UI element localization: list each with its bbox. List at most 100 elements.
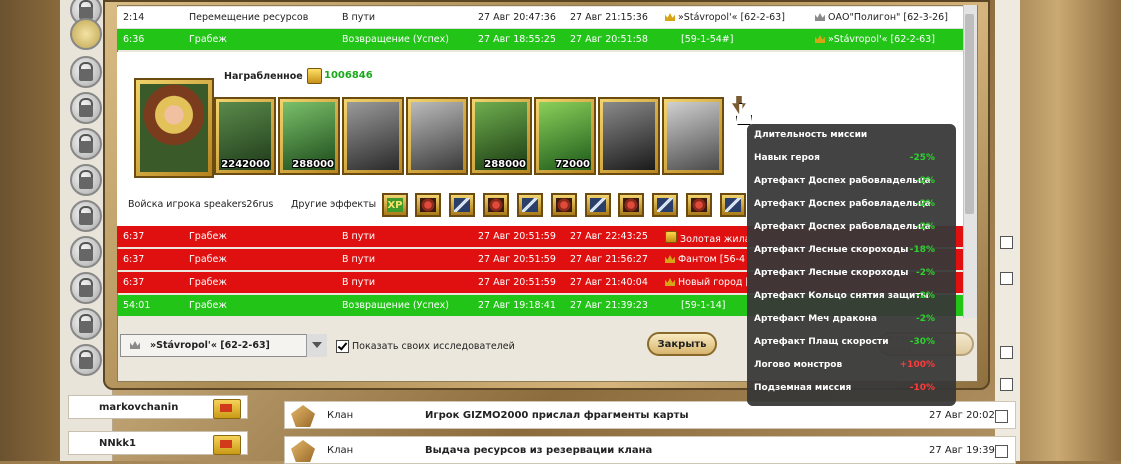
message-checkbox[interactable] [995,445,1008,458]
mission-status: Возвращение (Успех) [342,34,449,45]
unit-slot[interactable]: 288000 [278,97,340,175]
lock-icon[interactable] [70,92,102,124]
mission-status: В пути [342,254,376,265]
scrollbar-thumb[interactable] [965,14,974,214]
unit-count: 288000 [484,159,526,170]
sword-effect-icon[interactable] [720,193,746,217]
tooltip-row: Артефакт Доспех рабовладельца -2% [754,222,935,232]
mission-status: В пути [342,231,376,242]
mission-to[interactable]: ОАО"Полигон" [62-3-26] [815,12,948,23]
unit-count: 288000 [292,159,334,170]
message-type: Клан [327,410,354,421]
sword-effect-icon[interactable] [517,193,543,217]
mission-time: 6:37 [123,231,145,242]
mission-row[interactable]: 2:14 Перемещение ресурсов В пути 27 Авг … [117,7,963,29]
unit-slot[interactable] [406,97,468,175]
mail-icon[interactable] [213,435,241,455]
lock-icon[interactable] [70,56,102,88]
mission-status: Возвращение (Успех) [342,300,449,311]
row-checkbox[interactable] [1000,378,1013,391]
unit-slot[interactable] [342,97,404,175]
lock-icon[interactable] [70,272,102,304]
mission-from[interactable]: »Stávropol'« [62-2-63] [665,12,785,23]
mission-duration-tooltip: Длительность миссии Навык героя -25% Арте… [747,124,956,406]
sword-effect-icon[interactable] [585,193,611,217]
mission-row[interactable]: 6:36 Грабеж Возвращение (Успех) 27 Авг 1… [117,29,963,50]
lock-icon[interactable] [70,236,102,268]
mission-end: 27 Авг 22:43:25 [570,231,648,242]
message-title[interactable]: Выдача ресурсов из резервации клана [425,445,652,456]
mission-time: 54:01 [123,300,151,311]
player-row[interactable]: NNkk1 [68,431,248,455]
mission-start: 27 Авг 20:51:59 [478,277,556,288]
mission-start: 27 Авг 19:18:41 [478,300,556,311]
close-button[interactable]: Закрыть [647,332,717,356]
unit-count: 2242000 [221,159,270,170]
mission-time: 6:37 [123,277,145,288]
mission-time: 6:36 [123,34,145,45]
loot-value: 1006846 [324,70,373,81]
crown-icon [665,13,675,21]
player-name: NNkk1 [99,437,136,449]
show-researchers-checkbox[interactable] [336,340,349,353]
mission-target[interactable]: Новый город [ [665,277,749,288]
armor-effect-icon[interactable] [551,193,577,217]
hero-portrait [140,84,208,172]
mission-type: Грабеж [189,300,227,311]
message-row[interactable]: Клан Выдача ресурсов из резервации клана… [284,436,1016,464]
crown-icon [815,13,825,21]
mission-end: 27 Авг 21:15:36 [570,12,648,23]
mission-from[interactable]: [59-1-54#] [681,34,733,45]
message-date: 27 Авг 19:39 [929,445,995,456]
show-researchers-label: Показать своих исследователей [352,341,515,352]
mission-start: 27 Авг 20:51:59 [478,254,556,265]
message-checkbox[interactable] [995,410,1008,423]
medal-icon[interactable] [70,18,102,50]
player-name: markovchanin [99,401,179,413]
lock-icon[interactable] [70,128,102,160]
mission-start: 27 Авг 18:55:25 [478,34,556,45]
armor-effect-icon[interactable] [618,193,644,217]
unit-slot[interactable] [598,97,660,175]
tooltip-row: Подземная миссия -10% [754,383,935,393]
tooltip-title: Длительность миссии [754,130,868,140]
sword-effect-icon[interactable] [449,193,475,217]
row-checkbox[interactable] [1000,236,1013,249]
row-checkbox[interactable] [1000,272,1013,285]
chevron-down-icon[interactable] [306,334,327,357]
mail-icon[interactable] [213,399,241,419]
tooltip-row: Артефакт Кольцо снятия защиты -2% [754,291,935,301]
mission-target[interactable]: [59-1-14] [681,300,726,311]
unit-slot[interactable] [662,97,724,175]
armor-effect-icon[interactable] [415,193,441,217]
row-checkbox[interactable] [1000,346,1013,359]
tooltip-row: Артефакт Лесные скороходы -18% [754,245,935,255]
armor-effect-icon[interactable] [483,193,509,217]
clan-icon [291,405,315,427]
lock-icon[interactable] [70,308,102,340]
mission-end: 27 Авг 21:56:27 [570,254,648,265]
troops-label: Войска игрока speakers26rus [128,199,274,210]
player-row[interactable]: markovchanin [68,395,248,419]
mission-to[interactable]: »Stávropol'« [62-2-63] [815,34,935,45]
lock-icon[interactable] [70,164,102,196]
left-panel-frame [0,0,60,461]
sword-effect-icon[interactable] [652,193,678,217]
unit-slot[interactable]: 72000 [534,97,596,175]
mission-target[interactable]: Золотая жила [665,231,751,245]
lock-icon[interactable] [70,344,102,376]
tooltip-row: Логово монстров +100% [754,360,935,370]
tooltip-row: Навык героя -25% [754,153,935,163]
unit-slot[interactable]: 2242000 [214,97,276,175]
tooltip-row: Артефакт Плащ скорости -30% [754,337,935,347]
armor-effect-icon[interactable] [686,193,712,217]
message-title[interactable]: Игрок GIZMO2000 прислал фрагменты карты [425,410,689,421]
loot-label: Награбленное [224,71,303,82]
xp-effect-icon[interactable]: XP [382,193,408,217]
tooltip-row: Артефакт Лесные скороходы -2% [754,268,935,278]
crown-icon [665,278,675,286]
unit-slot[interactable]: 288000 [470,97,532,175]
mission-target[interactable]: Фантом [56-4 [665,254,745,265]
lock-icon[interactable] [70,200,102,232]
mission-start: 27 Авг 20:47:36 [478,12,556,23]
